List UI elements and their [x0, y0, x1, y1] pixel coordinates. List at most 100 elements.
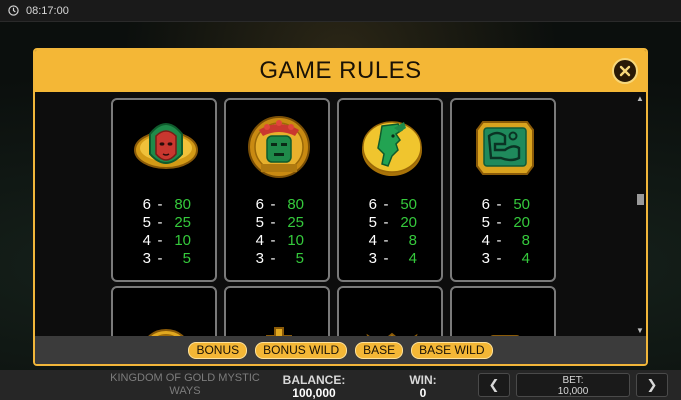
payout-value: 50	[513, 196, 530, 213]
payout-count: 3	[368, 250, 377, 267]
payout-separator: -	[157, 232, 163, 249]
symbol-card	[450, 286, 556, 336]
payout-separator: -	[270, 232, 276, 249]
symbol-card	[337, 286, 443, 336]
payout-row: 4- 8	[452, 232, 554, 250]
symbol-card	[111, 286, 217, 336]
payout-value: 80	[174, 196, 191, 213]
clock-icon	[8, 5, 19, 16]
bet-increase-button[interactable]: ❯	[636, 373, 668, 397]
gold-disc-icon	[148, 329, 184, 336]
payout-count: 3	[142, 250, 151, 267]
paytable: 6-50 5-20 4-8 3-4	[339, 196, 441, 268]
payout-value: 80	[287, 196, 304, 213]
symbol-card	[224, 286, 330, 336]
payout-count: 5	[481, 214, 490, 231]
rules-content[interactable]: 6-80 5-25 4-10 3-5 6-80 5-25 4-10 3 - 5 …	[35, 92, 638, 336]
payout-separator: -	[496, 250, 502, 267]
jade-glyph-tile-icon	[476, 121, 534, 175]
payout-row: 3- 5	[113, 250, 215, 268]
modal-title: GAME RULES	[259, 57, 422, 84]
payout-count: 6	[255, 196, 264, 213]
tab-bonus[interactable]: BONUS	[188, 341, 248, 359]
game-bar: KINGDOM OF GOLD MYSTIC WAYS BALANCE: 100…	[0, 370, 681, 400]
payout-value: 4	[521, 250, 530, 267]
payout-separator: -	[496, 196, 502, 213]
payout-row: 5-20	[339, 214, 441, 232]
payout-count: 5	[255, 214, 264, 231]
payout-separator: -	[270, 214, 276, 231]
paytable: 6-50 5-20 4-8 3-4	[452, 196, 554, 268]
payout-count: 6	[142, 196, 151, 213]
gold-crown-icon	[366, 332, 418, 336]
payout-separator: -	[270, 196, 276, 213]
payout-separator: -	[157, 196, 163, 213]
tab-bonus-wild[interactable]: BONUS WILD	[255, 341, 348, 359]
payout-row: 6-50	[339, 196, 441, 214]
payout-row: 6-80	[113, 196, 215, 214]
payout-count: 4	[142, 232, 151, 249]
bet-value: 10,000	[557, 386, 589, 397]
payout-separator: -	[383, 214, 389, 231]
tab-base-wild[interactable]: BASE WILD	[411, 341, 493, 359]
payout-value: 25	[287, 214, 304, 231]
payout-separator: -	[496, 214, 502, 231]
game-name: KINGDOM OF GOLD MYSTIC WAYS	[110, 372, 260, 397]
payout-value: 5	[182, 250, 191, 267]
payout-value: 5	[295, 250, 304, 267]
payout-separator: -	[383, 232, 389, 249]
close-icon	[619, 65, 631, 77]
red-mask-icon	[134, 123, 198, 169]
payout-value: 20	[400, 214, 417, 231]
payout-count: 6	[368, 196, 377, 213]
payout-count: 5	[368, 214, 377, 231]
balance-value: 100,000	[292, 386, 336, 400]
win-label: WIN:	[409, 373, 437, 387]
chevron-left-icon: ❮	[488, 377, 500, 392]
payout-separator: -	[383, 250, 389, 267]
payout-row: 4- 8	[339, 232, 441, 250]
status-time: 08:17:00	[26, 4, 69, 17]
scrollbar[interactable]: ▲ ▼	[634, 92, 646, 336]
payout-value: 10	[287, 232, 304, 249]
payout-row: 5-25	[113, 214, 215, 232]
payout-value: 20	[513, 214, 530, 231]
win-value: 0	[419, 386, 427, 400]
tab-base[interactable]: BASE	[355, 341, 404, 359]
payout-row: 4-10	[226, 232, 328, 250]
symbol-card: 6-50 5-20 4-8 3-4	[450, 98, 556, 282]
gold-temple-icon	[266, 327, 292, 336]
close-button[interactable]	[612, 58, 638, 84]
rules-tab-bar: BONUS BONUS WILD BASE BASE WILD	[35, 336, 646, 364]
paytable: 6-80 5-25 4-10 3-5	[226, 196, 328, 268]
payout-row: 3- 4	[339, 250, 441, 268]
green-idol-icon	[248, 116, 310, 178]
symbol-card: 6-80 5-25 4-10 3-5	[224, 98, 330, 282]
payout-separator: -	[157, 214, 163, 231]
gold-block-icon	[490, 335, 520, 336]
payout-row: 6-80	[226, 196, 328, 214]
jade-profile-coin-icon	[362, 121, 422, 176]
bet-label: BET:	[562, 375, 584, 386]
payout-value: 50	[400, 196, 417, 213]
payout-row: 3- 4	[452, 250, 554, 268]
payout-value: 8	[408, 232, 417, 249]
payout-separator: -	[157, 250, 163, 267]
game-rules-modal: GAME RULES 6-80 5-25 4-10 3-5 6 - 80 5 -…	[33, 48, 648, 366]
symbol-card: 6-50 5-20 4-8 3-4	[337, 98, 443, 282]
payout-count: 3	[255, 250, 264, 267]
payout-row: 5-20	[452, 214, 554, 232]
chevron-right-icon: ❯	[646, 377, 658, 392]
payout-count: 5	[142, 214, 151, 231]
payout-separator: -	[270, 250, 276, 267]
payout-value: 10	[174, 232, 191, 249]
payout-row: 4-10	[113, 232, 215, 250]
status-bar: 08:17:00	[0, 0, 681, 22]
scroll-up-icon[interactable]: ▲	[634, 92, 646, 104]
balance-label: BALANCE:	[282, 373, 346, 387]
payout-separator: -	[383, 196, 389, 213]
scroll-thumb[interactable]	[637, 194, 644, 205]
scroll-down-icon[interactable]: ▼	[634, 324, 646, 336]
payout-row: 5-25	[226, 214, 328, 232]
bet-decrease-button[interactable]: ❮	[478, 373, 510, 397]
